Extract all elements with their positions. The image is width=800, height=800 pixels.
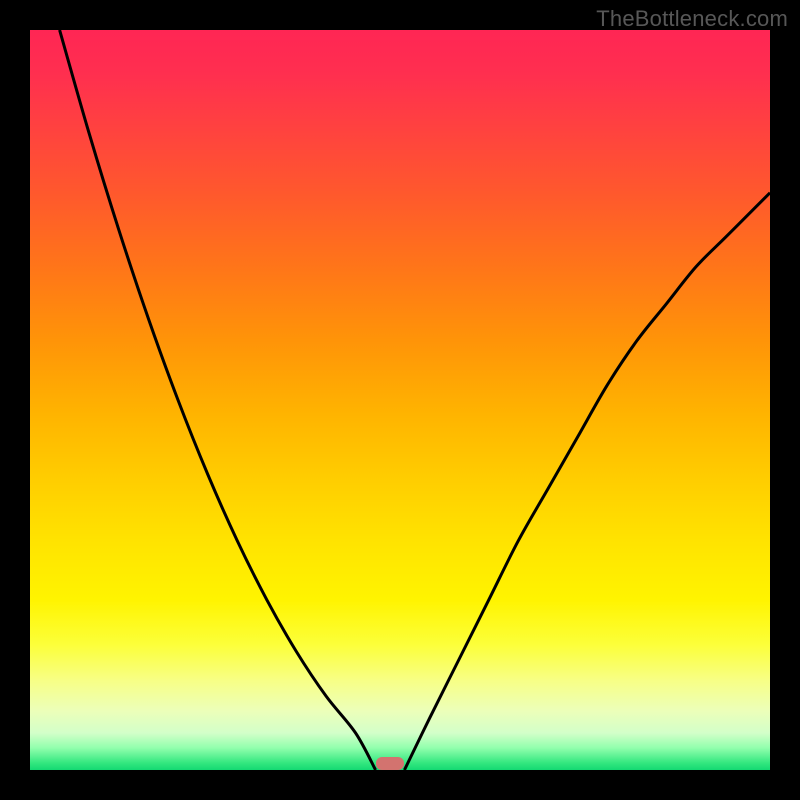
curve-layer <box>30 30 770 770</box>
watermark-text: TheBottleneck.com <box>596 6 788 32</box>
right-curve-path <box>404 193 770 770</box>
bottleneck-marker <box>376 757 405 770</box>
plot-area <box>30 30 770 770</box>
chart-frame: TheBottleneck.com <box>0 0 800 800</box>
left-curve-path <box>60 30 376 770</box>
